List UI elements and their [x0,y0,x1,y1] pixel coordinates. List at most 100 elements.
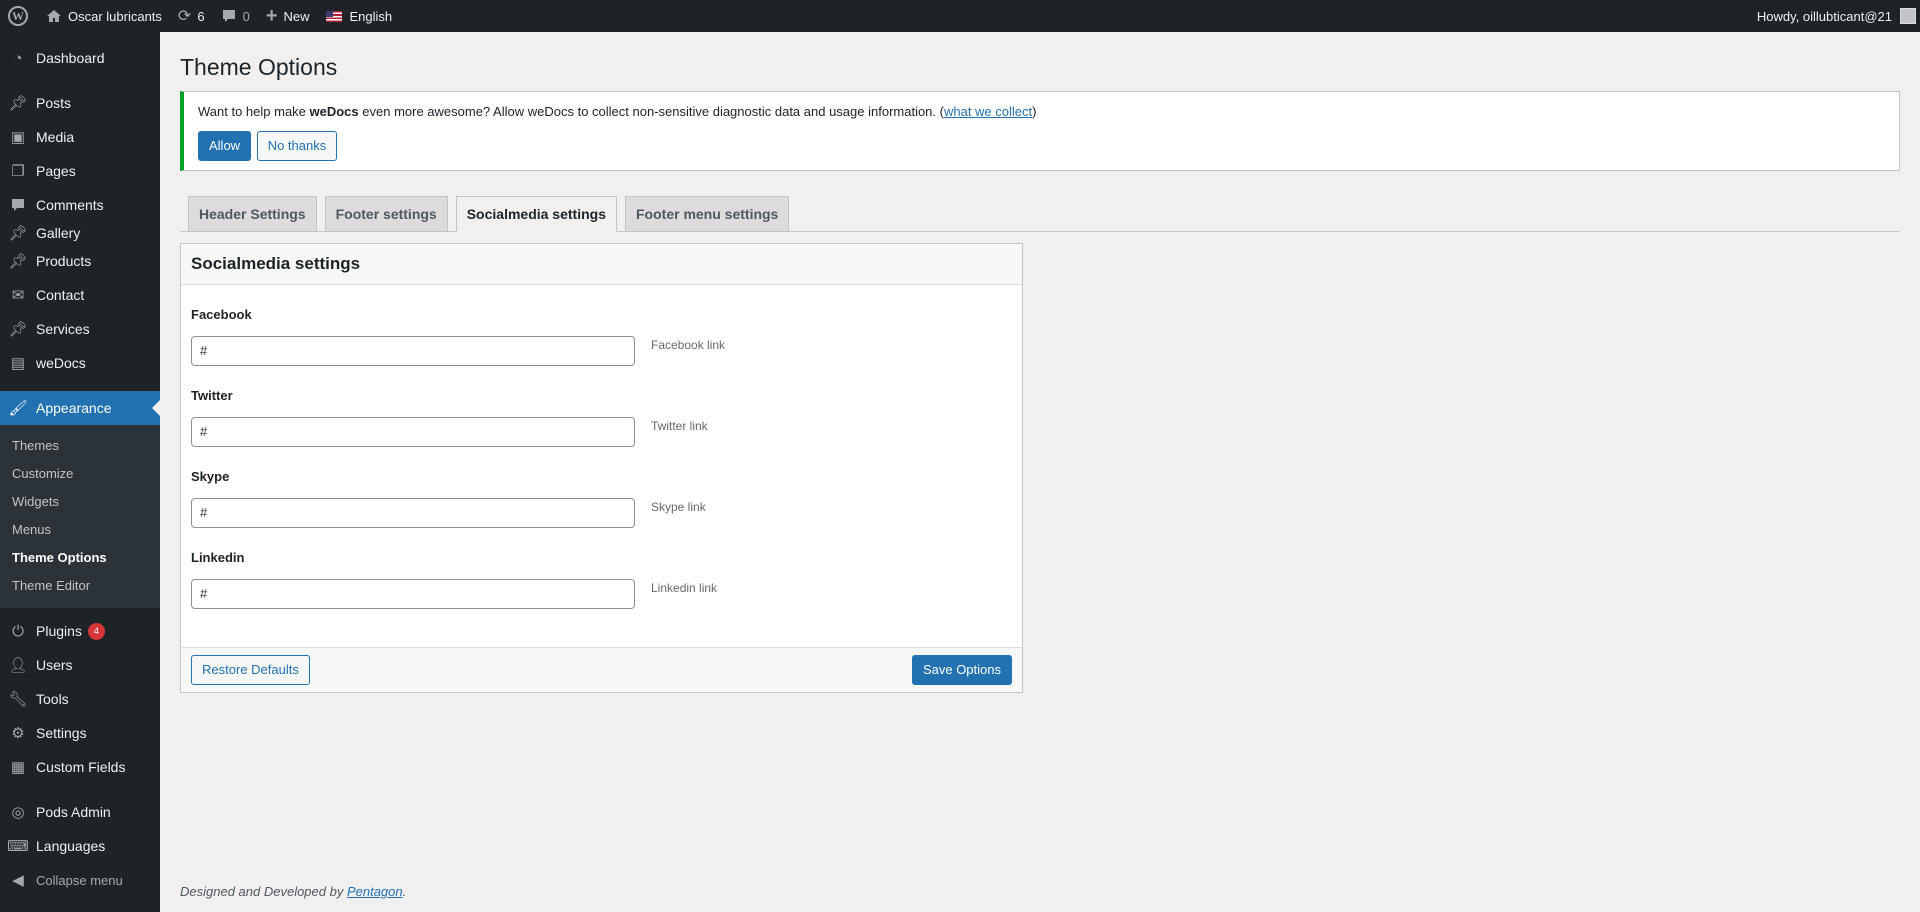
sidebar-item-languages[interactable]: ⌨ Languages [0,829,160,863]
updates-count: 6 [197,8,205,24]
wp-logo-menu[interactable]: W [0,0,38,32]
sidebar-item-dashboard[interactable]: ◔ Dashboard [0,41,160,75]
sidebar-item-posts[interactable]: 📌︎ Posts [0,86,160,120]
twitter-field-group: Twitter Twitter link [191,388,1012,447]
howdy-text: Howdy, oillubticant@21 [1756,8,1892,24]
sidebar-item-label: weDocs [36,355,86,371]
save-options-button[interactable]: Save Options [911,654,1012,685]
site-name: Oscar lubricants [68,8,162,24]
panel-title: Socialmedia settings [181,243,1022,285]
linkedin-field-group: Linkedin Linkedin link [191,550,1012,609]
socialmedia-settings-panel: Socialmedia settings Facebook Facebook l… [180,242,1023,693]
sidebar-item-products[interactable]: 📌︎ Products [0,244,160,278]
tab-header-settings[interactable]: Header Settings [188,195,317,232]
table-icon: ▦ [10,759,26,776]
tab-socialmedia-settings[interactable]: Socialmedia settings [455,195,617,232]
sidebar-item-label: Dashboard [36,50,105,66]
dashboard-icon: ◔ [13,49,23,67]
submenu-item-theme-editor[interactable]: Theme Editor [0,572,160,600]
no-thanks-button[interactable]: No thanks [256,130,338,161]
linkedin-input[interactable] [191,578,635,609]
wedocs-tracking-notice: Want to help make weDocs even more aweso… [180,91,1900,171]
plus-icon: + [265,4,278,27]
comments-count: 0 [242,8,250,24]
footer-text: Designed and Developed by [180,884,347,899]
sidebar-item-gallery[interactable]: 📌︎ Gallery [0,222,160,244]
media-icon: ▣ [10,129,26,146]
plug-icon: ⏻ [12,622,24,640]
linkedin-description: Linkedin link [651,580,718,595]
page-title: Theme Options [180,54,338,80]
updates-menu[interactable]: ⟳ 6 [170,0,213,32]
pin-icon: 📌︎ [8,225,28,242]
linkedin-row: Linkedin link [191,578,1012,609]
sidebar-item-label: Posts [36,95,72,111]
new-content-menu[interactable]: + New [258,0,318,32]
sidebar-item-label: Appearance [36,400,112,416]
tab-footer-menu-settings[interactable]: Footer menu settings [625,195,790,232]
comments-menu[interactable]: 0 [213,0,258,32]
skype-label: Skype [191,468,230,484]
skype-input[interactable] [191,497,635,528]
sidebar-item-label: Plugins [36,623,82,639]
notice-text-middle: even more awesome? Allow weDocs to colle… [358,104,944,119]
submenu-item-theme-options[interactable]: Theme Options [0,544,160,572]
sidebar-item-settings[interactable]: ⚙ Settings [0,716,160,750]
footer-text-end: . [402,884,407,899]
pin-icon: 📌︎ [8,253,28,270]
twitter-input[interactable] [191,416,635,447]
collapse-menu-label: Collapse menu [36,872,123,888]
tab-footer-settings[interactable]: Footer settings [324,195,448,232]
translate-icon: ⌨ [7,838,29,855]
sidebar-item-appearance[interactable]: 🖌︎ Appearance [0,391,160,425]
skype-row: Skype link [191,497,1012,528]
facebook-input[interactable] [191,335,635,366]
updates-icon: ⟳ [177,8,192,25]
brush-icon: 🖌︎ [8,400,28,417]
wrench-icon: 🔧︎ [8,691,28,708]
what-we-collect-link[interactable]: what we collect [944,104,1032,119]
avatar [1900,8,1916,24]
panel-body: Facebook Facebook link Twitter Twitter l… [181,285,1022,647]
sidebar-item-wedocs[interactable]: ▤ weDocs [0,346,160,380]
admin-sidebar: ◔ Dashboard 📌︎ Posts ▣ Media ❐ Pages Com… [0,32,160,912]
submenu-item-widgets[interactable]: Widgets [0,488,160,516]
submenu-item-customize[interactable]: Customize [0,460,160,488]
collapse-menu-button[interactable]: ◀ Collapse menu [0,863,160,897]
pentagon-link[interactable]: Pentagon [347,884,403,899]
new-label: New [283,8,310,24]
settings-tabs: Header Settings Footer settings Socialme… [180,195,1900,232]
linkedin-label: Linkedin [191,549,245,565]
settings-icon: ⚙ [11,725,25,742]
sidebar-item-users[interactable]: 👤︎ Users [0,648,160,682]
sidebar-item-pods-admin[interactable]: ◎ Pods Admin [0,795,160,829]
twitter-row: Twitter link [191,416,1012,447]
submenu-item-themes[interactable]: Themes [0,432,160,460]
site-name-menu[interactable]: Oscar lubricants [38,0,170,32]
notice-text-end: ) [1032,104,1037,119]
sidebar-item-label: Comments [36,197,104,213]
sidebar-item-media[interactable]: ▣ Media [0,120,160,154]
sidebar-item-services[interactable]: 📌︎ Services [0,312,160,346]
twitter-label: Twitter [191,387,233,403]
facebook-row: Facebook link [191,335,1012,366]
sidebar-item-label: Tools [36,691,69,707]
sidebar-item-tools[interactable]: 🔧︎ Tools [0,682,160,716]
appearance-submenu: Themes Customize Widgets Menus Theme Opt… [0,425,160,608]
us-flag-icon [325,10,342,22]
sidebar-item-pages[interactable]: ❐ Pages [0,154,160,188]
sidebar-item-comments[interactable]: Comments [0,188,160,222]
facebook-description: Facebook link [651,337,726,352]
my-account-menu[interactable]: Howdy, oillubticant@21 [1749,0,1920,32]
sidebar-item-plugins[interactable]: ⏻ Plugins 4 [0,614,160,648]
panel-footer: Restore Defaults Save Options [181,646,1022,692]
document-icon: ▤ [10,355,26,372]
sidebar-item-contact[interactable]: ✉ Contact [0,278,160,312]
sidebar-item-label: Media [36,129,75,145]
allow-button[interactable]: Allow [198,130,252,161]
submenu-item-menus[interactable]: Menus [0,516,160,544]
language-menu[interactable]: English [318,0,401,32]
notice-text: Want to help make weDocs even more aweso… [198,102,1887,122]
restore-defaults-button[interactable]: Restore Defaults [191,654,310,685]
sidebar-item-custom-fields[interactable]: ▦ Custom Fields [0,750,160,784]
